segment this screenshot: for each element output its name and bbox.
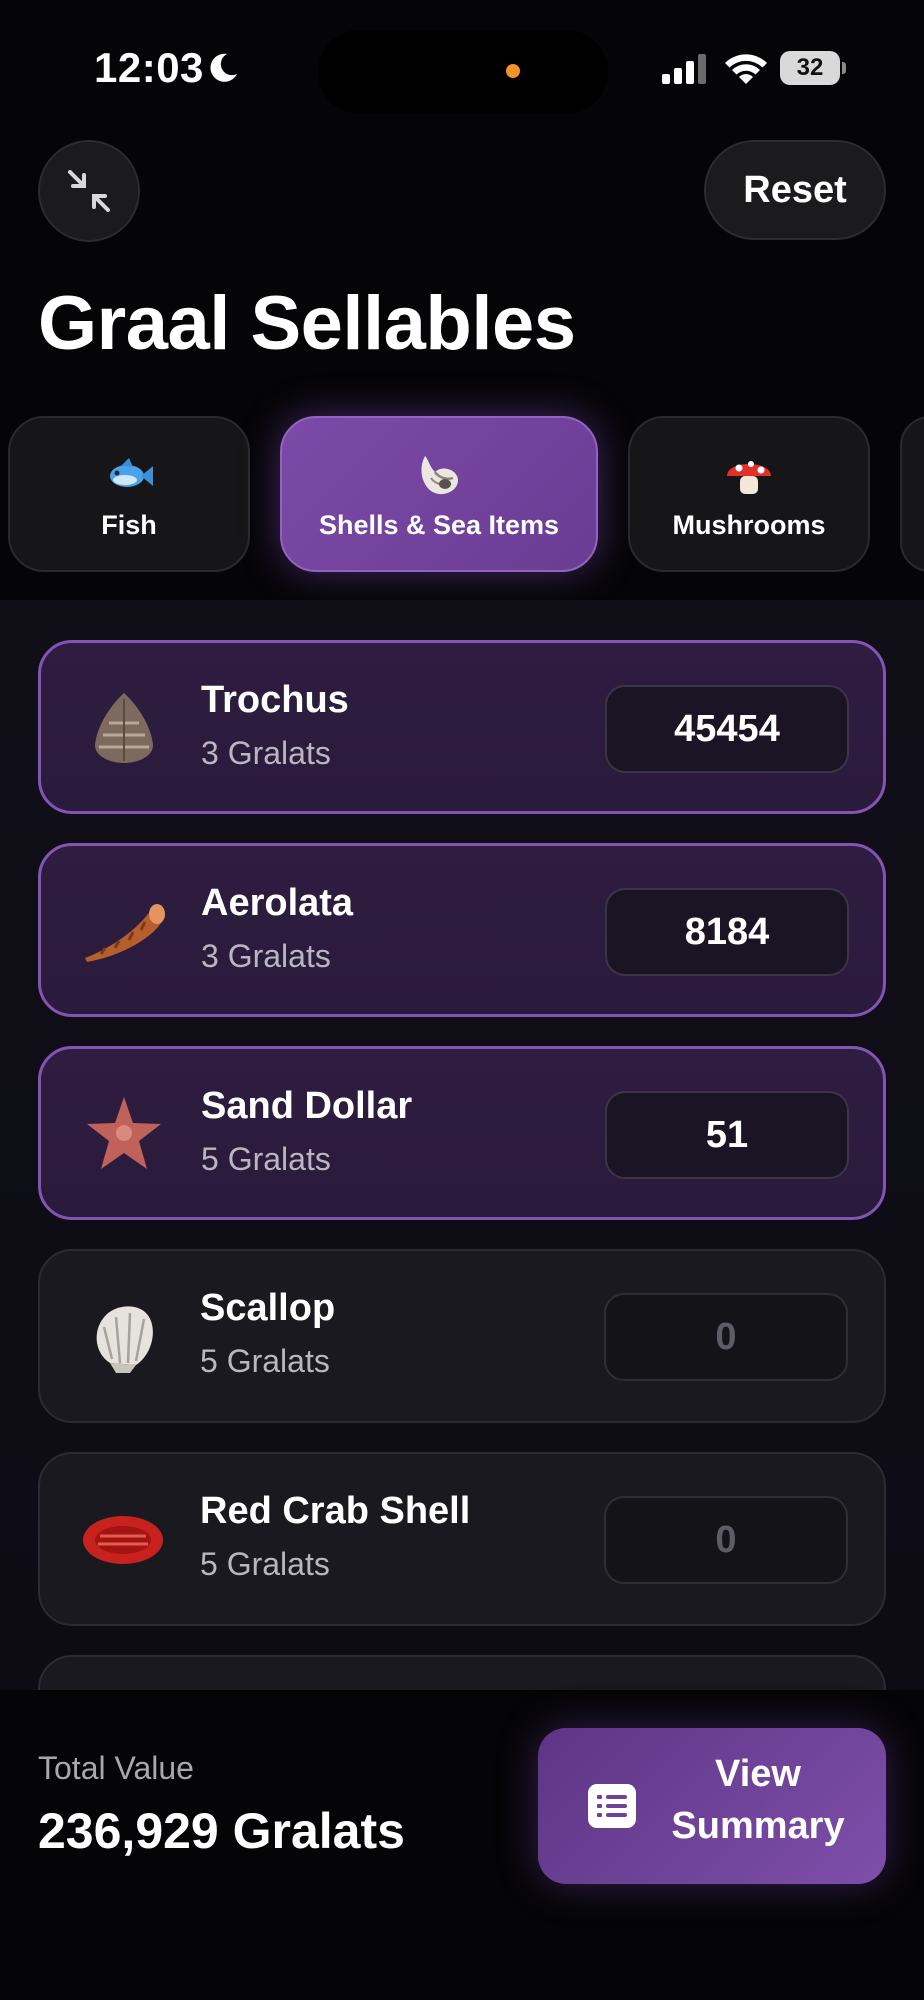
- total-value: 236,929 Gralats: [38, 1803, 405, 1859]
- shell-icon: [421, 455, 459, 494]
- quantity-input[interactable]: 0: [604, 1293, 848, 1381]
- red-crab-shell-icon: [83, 1516, 163, 1564]
- moon-icon: [210, 53, 237, 82]
- tab-mushrooms[interactable]: Mushrooms: [628, 416, 870, 572]
- item-list: Trochus 3 Gralats 45454 Aerolata 3 Grala…: [0, 600, 924, 1690]
- battery-indicator: 32: [780, 51, 846, 85]
- quantity-input[interactable]: 0: [604, 1496, 848, 1584]
- item-name: Scallop: [200, 1287, 336, 1329]
- view-summary-label: View Summary: [671, 1753, 845, 1847]
- aerolata-shell-icon: [85, 904, 165, 962]
- scallop-shell-icon: [96, 1306, 153, 1373]
- item-name: Trochus: [201, 679, 349, 721]
- list-item[interactable]: Sand Dollar 5 Gralats 51: [38, 1046, 886, 1220]
- dynamic-island: [318, 30, 608, 114]
- status-time: 12:03: [94, 44, 204, 91]
- total-value-label: Total Value: [38, 1750, 194, 1786]
- tab-fish[interactable]: Fish: [8, 416, 250, 572]
- item-name: Aerolata: [201, 882, 354, 924]
- status-bar: 12:03 32: [0, 0, 924, 130]
- item-price: 3 Gralats: [201, 735, 331, 771]
- item-price: 5 Gralats: [200, 1546, 330, 1582]
- list-item[interactable]: Aerolata 3 Gralats 8184: [38, 843, 886, 1017]
- tab-shells-sea-items[interactable]: Shells & Sea Items: [280, 416, 598, 572]
- quantity-input[interactable]: 8184: [605, 888, 849, 976]
- fish-icon: [110, 457, 153, 487]
- camera-indicator: [506, 64, 520, 78]
- trochus-shell-icon: [95, 693, 153, 763]
- item-price: 5 Gralats: [201, 1141, 331, 1177]
- battery-cap: [842, 62, 846, 74]
- starfish-icon: [87, 1097, 161, 1169]
- tab-label: Mushrooms: [672, 509, 826, 540]
- list-item[interactable]: Trochus 3 Gralats 45454: [38, 640, 886, 814]
- item-name: Sand Dollar: [201, 1085, 413, 1127]
- reset-button[interactable]: Reset: [704, 140, 886, 240]
- battery-level: 32: [780, 51, 840, 85]
- quantity-input[interactable]: 45454: [605, 685, 849, 773]
- view-summary-button[interactable]: View Summary: [538, 1728, 886, 1884]
- collapse-button[interactable]: [38, 140, 140, 242]
- quantity-input[interactable]: 51: [605, 1091, 849, 1179]
- list-item-partial[interactable]: [38, 1655, 886, 1690]
- item-price: 3 Gralats: [201, 938, 331, 974]
- list-item[interactable]: Red Crab Shell 5 Gralats 0: [38, 1452, 886, 1626]
- cellular-signal-icon: [662, 54, 706, 84]
- tab-label: Fish: [101, 509, 157, 540]
- list-document-icon: [588, 1784, 636, 1828]
- page-title: Graal Sellables: [38, 281, 576, 366]
- item-name: Red Crab Shell: [200, 1490, 471, 1532]
- tab-next-partial[interactable]: [900, 416, 924, 572]
- tab-label: Shells & Sea Items: [318, 509, 560, 540]
- bottom-bar: Total Value 236,929 Gralats View Summary: [0, 1690, 924, 2000]
- app-screen: 12:03 32 Reset Graal Sellables Fish Shel…: [0, 0, 924, 2000]
- wifi-icon: [725, 54, 767, 84]
- mushroom-icon: [727, 460, 771, 494]
- collapse-arrows-icon: [68, 170, 110, 212]
- item-price: 5 Gralats: [200, 1343, 330, 1379]
- list-item[interactable]: Scallop 5 Gralats 0: [38, 1249, 886, 1423]
